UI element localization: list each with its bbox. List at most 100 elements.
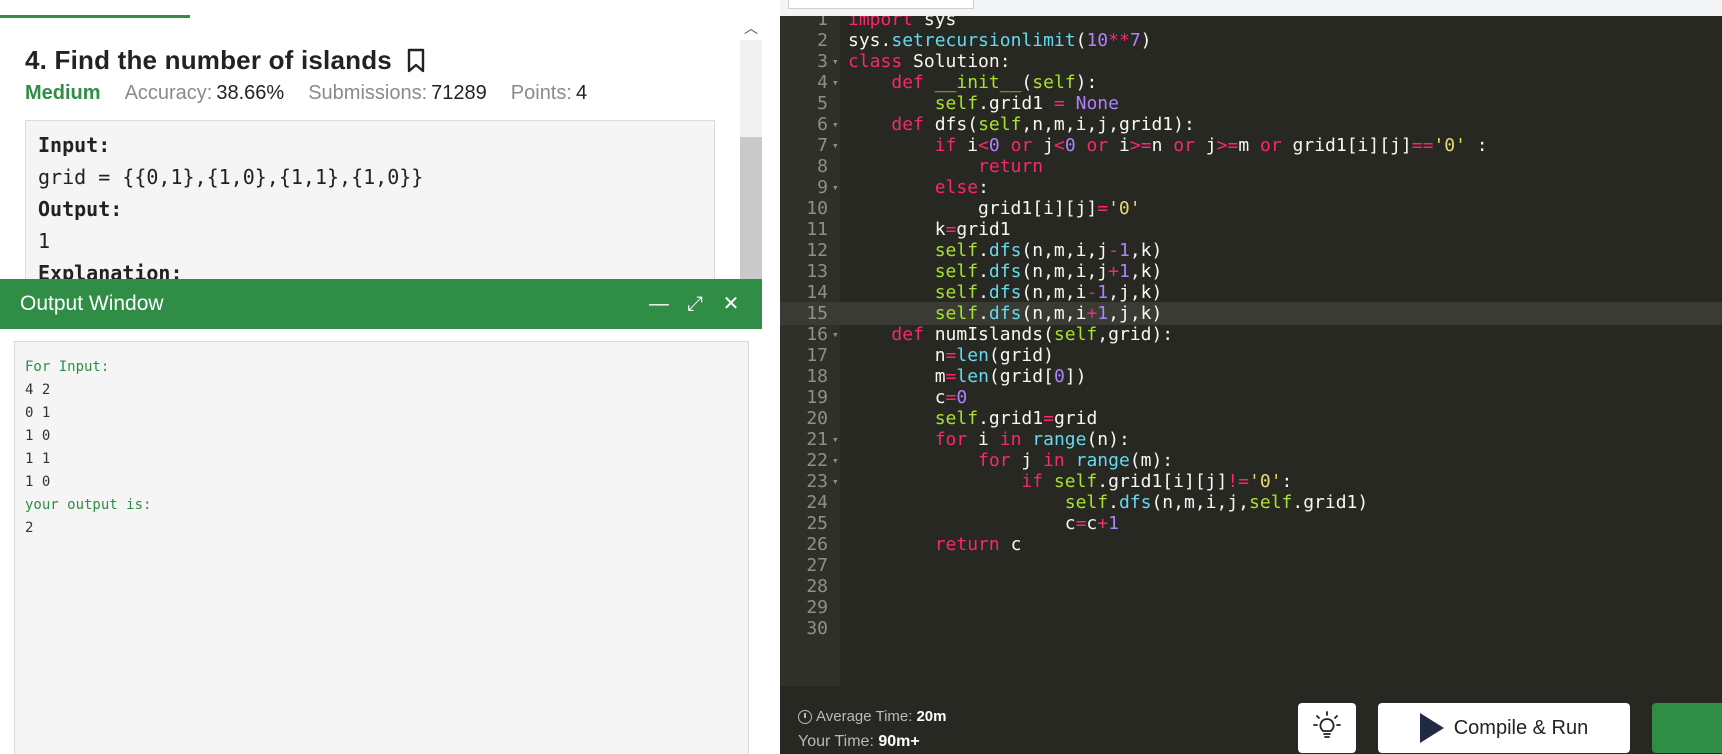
code-text: m=len(grid[0]): [848, 366, 1087, 387]
line-number: 16: [806, 324, 828, 345]
problem-meta: Medium Accuracy: 38.66% Submissions: 712…: [25, 82, 611, 105]
fold-toggle-icon[interactable]: ▾: [832, 449, 839, 472]
code-line[interactable]: 20 self.grid1=grid: [780, 407, 1722, 430]
code-text: def dfs(self,n,m,i,j,grid1):: [891, 114, 1195, 135]
minimize-icon[interactable]: —: [648, 293, 670, 315]
code-text: self.dfs(n,m,i,j-1,k): [934, 240, 1163, 261]
code-text: c=c+1: [848, 513, 1119, 534]
code-line[interactable]: 29: [780, 596, 1722, 619]
output-window-header[interactable]: Output Window — ⤢ ✕: [0, 279, 762, 329]
line-number: 24: [806, 492, 828, 513]
average-time-label: Average Time:: [816, 708, 913, 725]
code-line[interactable]: 6 ▾ def dfs(self,n,m,i,j,grid1):: [780, 113, 1722, 136]
output-console: For Input: 4 2 0 1 1 0 1 1 1 0 your output is:…: [14, 341, 749, 754]
code-line[interactable]: 16 ▾ def numIslands(self,grid):: [780, 323, 1722, 346]
code-line[interactable]: 19 c=0: [780, 386, 1722, 409]
problem-title: 4. Find the number of islands: [25, 45, 392, 75]
code-line[interactable]: 12 self.dfs(n,m,i,j-1,k): [780, 239, 1722, 262]
code-line[interactable]: 18 m=len(grid[0]): [780, 365, 1722, 388]
output-window: Output Window — ⤢ ✕ For Input: 4 2 0 1 1 0 1…: [0, 279, 762, 754]
code-line[interactable]: 4 ▾ def __init__(self):: [780, 71, 1722, 94]
code-line[interactable]: 30: [780, 617, 1722, 640]
code-line[interactable]: 15 self.dfs(n,m,i+1,j,k): [780, 302, 1722, 325]
code-line[interactable]: 8 return: [780, 155, 1722, 178]
fold-toggle-icon[interactable]: ▾: [832, 428, 839, 451]
compile-run-button[interactable]: Compile & Run: [1378, 703, 1630, 753]
line-number: 13: [806, 261, 828, 282]
code-line[interactable]: 24 self.dfs(n,m,i,j,self.grid1): [780, 491, 1722, 514]
line-number: 7: [817, 135, 828, 156]
code-line[interactable]: 28: [780, 575, 1722, 598]
accuracy-value: 38.66%: [216, 82, 285, 104]
code-text: else:: [934, 177, 989, 198]
code-line[interactable]: 26 return c: [780, 533, 1722, 556]
output-line: 1 1: [25, 451, 51, 467]
line-number: 23: [806, 471, 828, 492]
code-line[interactable]: 3 ▾ class Solution:: [780, 50, 1722, 73]
line-number: 17: [806, 345, 828, 366]
code-line[interactable]: 17 n=len(grid): [780, 344, 1722, 367]
active-tab-indicator: [0, 15, 190, 18]
submit-button[interactable]: [1652, 703, 1722, 753]
code-text: self.dfs(n,m,i+1,j,k): [934, 303, 1163, 324]
code-line[interactable]: 22 ▾ for j in range(m):: [780, 449, 1722, 472]
code-line[interactable]: 7 ▾ if i<0 or j<0 or i>=n or j>=m or grid…: [780, 134, 1722, 157]
fold-toggle-icon[interactable]: ▾: [832, 323, 839, 346]
line-number: 9: [817, 177, 828, 198]
line-number: 19: [806, 387, 828, 408]
code-line[interactable]: 27: [780, 554, 1722, 577]
code-line[interactable]: 11 k=grid1: [780, 218, 1722, 241]
fold-toggle-icon[interactable]: ▾: [832, 470, 839, 493]
code-line[interactable]: 25 c=c+1: [780, 512, 1722, 535]
expand-icon[interactable]: ⤢: [684, 293, 706, 315]
code-line[interactable]: 23 ▾ if self.grid1[i][j]!='0':: [780, 470, 1722, 493]
example-input-label: Input:: [38, 133, 111, 157]
scrollbar-thumb[interactable]: [740, 137, 762, 280]
bookmark-icon[interactable]: [406, 48, 426, 74]
code-line[interactable]: 13 self.dfs(n,m,i,j+1,k): [780, 260, 1722, 283]
code-text: def __init__(self):: [891, 72, 1098, 93]
line-number: 6: [817, 114, 828, 135]
code-text: if i<0 or j<0 or i>=n or j>=m or grid1[i…: [934, 135, 1488, 156]
output-line: your output is:: [25, 497, 152, 513]
average-time: Average Time: 20m: [798, 708, 946, 725]
play-icon: [1419, 713, 1444, 743]
line-number: 20: [806, 408, 828, 429]
editor-tab[interactable]: [788, 0, 974, 9]
fold-toggle-icon[interactable]: ▾: [832, 71, 839, 94]
line-number: 11: [806, 219, 828, 240]
code-text: self.grid1=grid: [934, 408, 1098, 429]
close-icon[interactable]: ✕: [720, 293, 742, 315]
code-line[interactable]: 2 sys.setrecursionlimit(10**7): [780, 29, 1722, 52]
code-text: n=len(grid): [848, 345, 1054, 366]
fold-toggle-icon[interactable]: ▾: [832, 176, 839, 199]
line-number: 18: [806, 366, 828, 387]
editor-footer: Average Time: 20m Your Time: 90m+ Compil…: [780, 686, 1722, 754]
line-number: 12: [806, 240, 828, 261]
code-text: for j in range(m):: [978, 450, 1174, 471]
fold-toggle-icon[interactable]: ▾: [832, 50, 839, 73]
code-line[interactable]: 21 ▾ for i in range(n):: [780, 428, 1722, 451]
example-input-value: grid = {{0,1},{1,0},{1,1},{1,0}}: [38, 165, 424, 189]
line-number: 4: [817, 72, 828, 93]
code-text: self.dfs(n,m,i,j,self.grid1): [1064, 492, 1369, 513]
code-text: c=0: [848, 387, 968, 408]
output-line: 1 0: [25, 428, 51, 444]
fold-toggle-icon[interactable]: ▾: [832, 134, 839, 157]
lightbulb-icon: [1312, 710, 1342, 747]
fold-toggle-icon[interactable]: ▾: [832, 113, 839, 136]
output-window-controls: — ⤢ ✕: [648, 279, 742, 329]
code-editor[interactable]: 1 import sys 2 sys.setrecursionlimit(10**7)…: [780, 16, 1722, 686]
line-number: 14: [806, 282, 828, 303]
output-line: 4 2: [25, 382, 51, 398]
code-line[interactable]: 10 grid1[i][j]='0': [780, 197, 1722, 220]
submissions-value: 71289: [431, 82, 487, 104]
hint-button[interactable]: [1298, 703, 1356, 753]
output-window-title: Output Window: [20, 292, 164, 315]
code-line[interactable]: 5 self.grid1 = None: [780, 92, 1722, 115]
scroll-up-arrow[interactable]: ︿: [740, 17, 762, 39]
code-line[interactable]: 14 self.dfs(n,m,i-1,j,k): [780, 281, 1722, 304]
output-line: For Input:: [25, 359, 110, 375]
code-line[interactable]: 9 ▾ else:: [780, 176, 1722, 199]
clock-icon: [798, 709, 812, 724]
